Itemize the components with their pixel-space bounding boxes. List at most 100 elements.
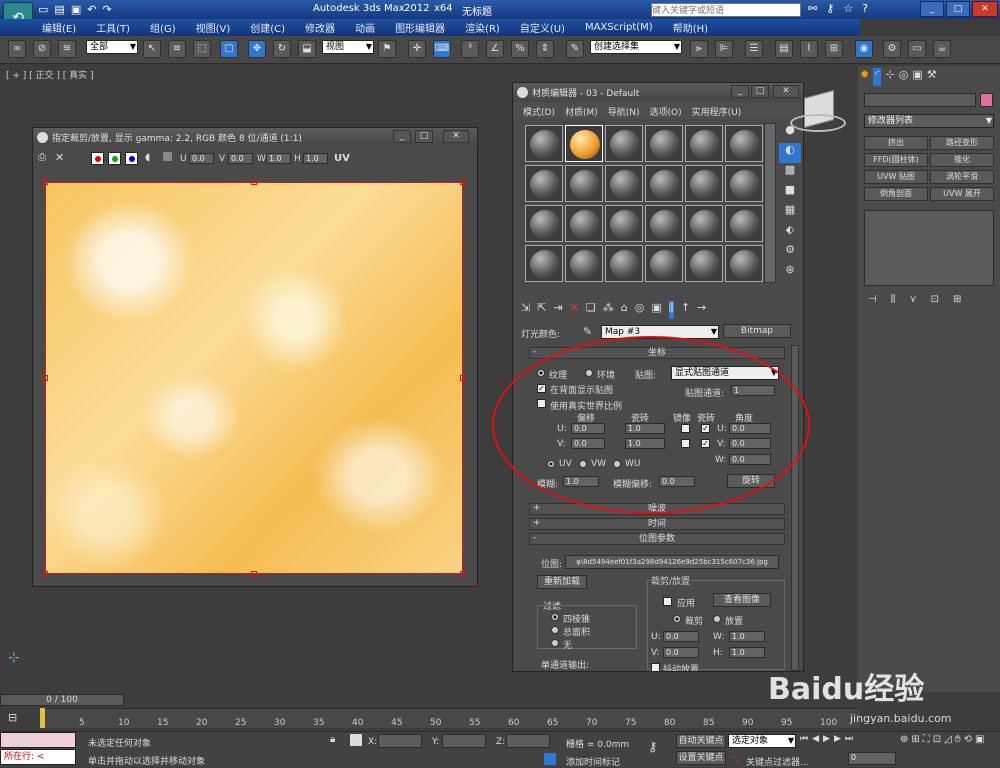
display-tab-icon[interactable]: ▣ <box>912 68 922 86</box>
menu-item-6[interactable]: 动画 <box>345 20 385 35</box>
curve-editor-icon[interactable]: ⌇ <box>800 40 818 58</box>
alpha-toggle-icon[interactable]: ◖ <box>145 152 150 163</box>
sample-slot-12[interactable] <box>525 205 563 242</box>
maxscript-line[interactable]: 所在行: < <box>0 749 76 765</box>
key-icon[interactable]: ⚷ <box>826 2 834 15</box>
mat-menu-item-4[interactable]: 实用程序(U) <box>692 105 742 118</box>
abs-mode-icon[interactable] <box>350 734 362 746</box>
maximize-icon[interactable]: □ <box>946 1 970 17</box>
snap-3-icon[interactable]: ³ <box>461 40 479 58</box>
x-field[interactable] <box>378 734 422 748</box>
mat-close-button[interactable]: ✕ <box>773 85 799 98</box>
auto-key-button[interactable]: 自动关键点 <box>676 734 726 748</box>
lock-selection-icon[interactable]: 🔒︎ <box>330 734 335 745</box>
timeline-cursor[interactable] <box>40 708 45 728</box>
sample-slot-21[interactable] <box>645 245 683 282</box>
save-icon[interactable]: ▣ <box>71 3 81 16</box>
next-frame-icon[interactable]: ▶︎ <box>834 734 841 744</box>
bitmap-path-button[interactable]: φ\8d5494eef01f3a298d94126e9d25bc315c607c… <box>565 555 779 569</box>
move-icon[interactable]: ✥ <box>248 40 266 58</box>
menu-item-2[interactable]: 组(G) <box>140 20 186 35</box>
pan-icon[interactable]: ✋︎ <box>955 734 961 745</box>
orbit-icon[interactable]: ⟲ <box>964 734 972 745</box>
redo-icon[interactable]: ↷ <box>102 3 111 16</box>
sample-slot-11[interactable] <box>725 165 763 202</box>
coords-collapse-icon[interactable]: - <box>533 347 536 357</box>
select-by-material-icon[interactable]: ⊛ <box>779 263 801 283</box>
viewport-label[interactable]: [ + ] [ 正交 ] [ 真实 ] <box>6 68 94 81</box>
key-mode-dropdown[interactable]: 选定对象 <box>728 734 796 748</box>
sample-slot-20[interactable] <box>605 245 643 282</box>
menu-item-1[interactable]: 工具(T) <box>86 20 140 35</box>
crop-handle-tl[interactable] <box>42 179 48 185</box>
bitmap-collapse-icon[interactable]: - <box>533 533 536 543</box>
make-preview-icon[interactable]: ⬖ <box>779 223 801 243</box>
bitmap-rollout-header[interactable]: 位图参数 <box>529 533 785 545</box>
schematic-icon[interactable]: ⊞ <box>825 40 843 58</box>
config-sets-icon[interactable]: ⊞ <box>953 294 961 305</box>
select-manipulate-icon[interactable]: ✛ <box>408 40 426 58</box>
selection-filter-dropdown[interactable]: 全部 <box>86 40 138 54</box>
put-to-library-icon[interactable]: ⌂ <box>621 301 628 319</box>
menu-item-7[interactable]: 图形编辑器 <box>385 20 455 35</box>
object-color-swatch[interactable] <box>980 93 993 107</box>
crop-w-field[interactable]: 1.0 <box>266 153 291 164</box>
sample-slot-0[interactable] <box>525 125 563 162</box>
slot-scrollbar[interactable] <box>764 123 776 283</box>
bm-w-field[interactable]: 1.0 <box>729 631 765 642</box>
reset-map-icon[interactable]: ✕ <box>570 301 579 319</box>
print-icon[interactable]: ⎙ <box>38 152 46 163</box>
render-teapot-icon[interactable]: ☕ <box>933 40 951 58</box>
mat-menu-item-3[interactable]: 选项(O) <box>650 105 682 118</box>
crop-handle-mr[interactable] <box>460 375 466 381</box>
modifier-button-6[interactable]: 倒角剖面 <box>864 187 928 201</box>
sample-slot-1[interactable] <box>565 125 603 162</box>
modifier-button-4[interactable]: UVW 贴图 <box>864 170 928 184</box>
search-input[interactable] <box>651 3 801 17</box>
menu-item-3[interactable]: 视图(V) <box>186 20 241 35</box>
crop-u-field[interactable]: 0.0 <box>189 153 214 164</box>
zoom-extents-all-icon[interactable]: ⊡ <box>933 734 941 745</box>
crop-radio[interactable] <box>673 615 681 623</box>
link-icon[interactable]: ∞ <box>8 40 26 58</box>
show-map-icon[interactable]: ▣ <box>651 301 661 319</box>
jitter-checkbox[interactable] <box>651 663 660 671</box>
sample-slot-23[interactable] <box>725 245 763 282</box>
align-icon[interactable]: ⊫ <box>715 40 733 58</box>
none-radio[interactable] <box>551 639 559 647</box>
fov-icon[interactable]: ◿ <box>944 734 952 745</box>
eyedropper-icon[interactable]: ✎ <box>583 325 592 338</box>
modifier-button-2[interactable]: FFD(圆柱体) <box>864 153 928 167</box>
crop-handle-ml[interactable] <box>42 375 48 381</box>
bm-h-field[interactable]: 1.0 <box>729 647 765 658</box>
sample-slot-16[interactable] <box>685 205 723 242</box>
motion-tab-icon[interactable]: ◎ <box>899 68 909 86</box>
crop-maximize-button[interactable]: □ <box>415 130 433 143</box>
render-setup-icon[interactable]: ⚙ <box>883 40 901 58</box>
menu-item-5[interactable]: 修改器 <box>295 20 345 35</box>
spinner-snap-icon[interactable]: ⇕ <box>536 40 554 58</box>
sample-slot-13[interactable] <box>565 205 603 242</box>
uv-tiling-icon[interactable]: ■ <box>779 183 801 203</box>
object-name-field[interactable] <box>864 93 976 107</box>
sample-slot-22[interactable] <box>685 245 723 282</box>
make-unique-stack-icon[interactable]: ⋎ <box>909 294 916 305</box>
noise-expand-icon[interactable]: + <box>533 503 541 513</box>
menu-item-9[interactable]: 自定义(U) <box>510 20 575 35</box>
modifier-button-7[interactable]: UVW 展开 <box>930 187 994 201</box>
options-icon[interactable]: ⚙ <box>779 243 801 263</box>
sample-slot-2[interactable] <box>605 125 643 162</box>
menu-item-10[interactable]: MAXScript(M) <box>575 22 663 33</box>
time-rollout-header[interactable]: 时间 <box>529 518 785 530</box>
keyboard-shortcut-icon[interactable]: ⌨ <box>433 40 451 58</box>
crop-v-field[interactable]: 0.0 <box>228 153 253 164</box>
material-editor-icon[interactable]: ◉ <box>855 40 873 58</box>
rendered-frame-icon[interactable]: ▭ <box>908 40 926 58</box>
menu-item-11[interactable]: 帮助(H) <box>663 20 718 35</box>
go-end-icon[interactable]: ⏭︎ <box>845 734 853 744</box>
modify-tab-icon[interactable]: ◜ <box>873 68 882 86</box>
create-tab-icon[interactable]: ✹ <box>860 68 869 86</box>
sample-slot-3[interactable] <box>645 125 683 162</box>
view-image-button[interactable]: 查看图像 <box>713 593 771 607</box>
sample-slot-17[interactable] <box>725 205 763 242</box>
